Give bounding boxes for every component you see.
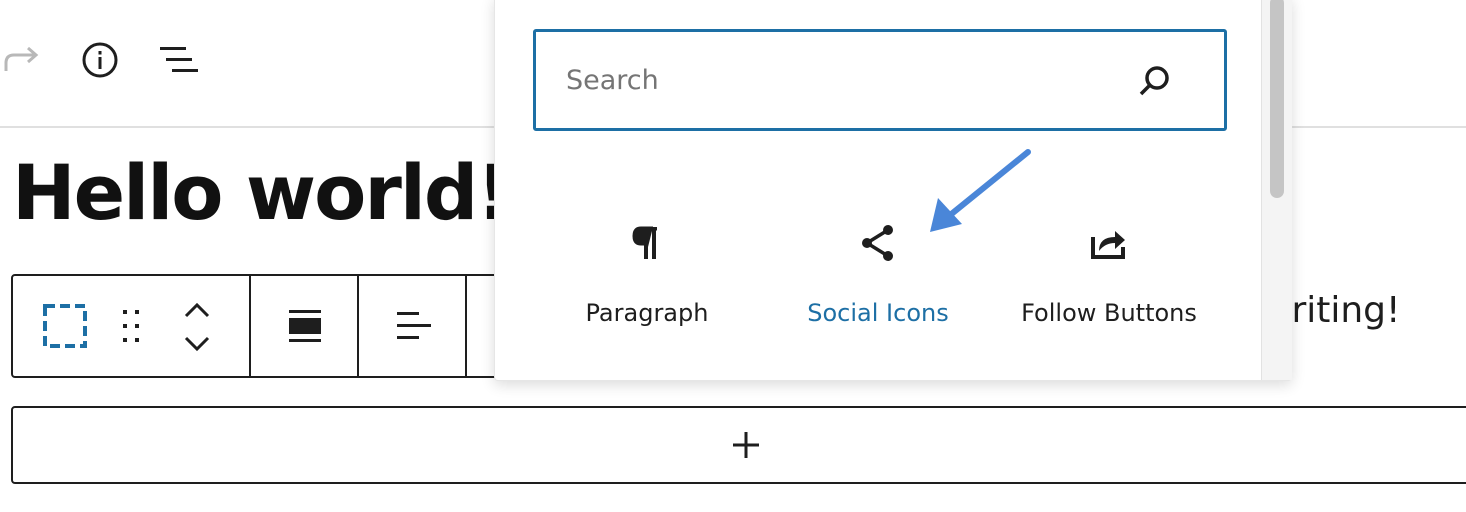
move-up-icon	[184, 302, 210, 318]
block-option-label: Paragraph	[585, 299, 709, 327]
move-up-button[interactable]	[177, 296, 217, 324]
paragraph-icon	[531, 219, 763, 267]
block-inserter-popover: Paragraph Social Icons Follow Buttons	[494, 0, 1292, 381]
align-wide-icon	[289, 310, 321, 342]
scrollbar-thumb[interactable]	[1270, 0, 1284, 198]
block-option-paragraph[interactable]: Paragraph	[531, 201, 763, 341]
search-icon	[1139, 66, 1169, 96]
block-search-field[interactable]	[533, 29, 1227, 131]
select-parent-icon	[43, 304, 87, 348]
block-option-label: Follow Buttons	[1021, 299, 1197, 327]
move-down-button[interactable]	[177, 330, 217, 358]
align-left-icon	[397, 312, 431, 339]
redo-button[interactable]	[0, 38, 44, 82]
annotation-arrow-icon	[930, 149, 1031, 232]
redo-icon	[4, 46, 39, 71]
list-view-icon	[160, 47, 198, 72]
document-overview-button[interactable]	[156, 38, 204, 82]
block-option-label: Social Icons	[807, 299, 949, 327]
align-button[interactable]	[275, 302, 335, 350]
select-parent-button[interactable]	[33, 300, 97, 352]
drag-handle-icon	[123, 310, 139, 342]
scrollbar[interactable]	[1261, 0, 1292, 380]
toolbar-divider	[357, 276, 359, 376]
text-align-button[interactable]	[383, 302, 443, 350]
drag-handle[interactable]	[113, 302, 149, 350]
toolbar-divider	[465, 276, 467, 376]
block-toolbar	[11, 274, 531, 378]
block-search-input[interactable]	[566, 50, 1126, 110]
toolbar-divider	[249, 276, 251, 376]
move-down-icon	[184, 336, 210, 352]
details-button[interactable]	[76, 38, 124, 82]
info-icon	[82, 42, 118, 78]
add-block-button[interactable]	[11, 406, 1466, 484]
plus-icon	[733, 432, 759, 458]
post-title[interactable]: Hello world!	[12, 138, 511, 248]
